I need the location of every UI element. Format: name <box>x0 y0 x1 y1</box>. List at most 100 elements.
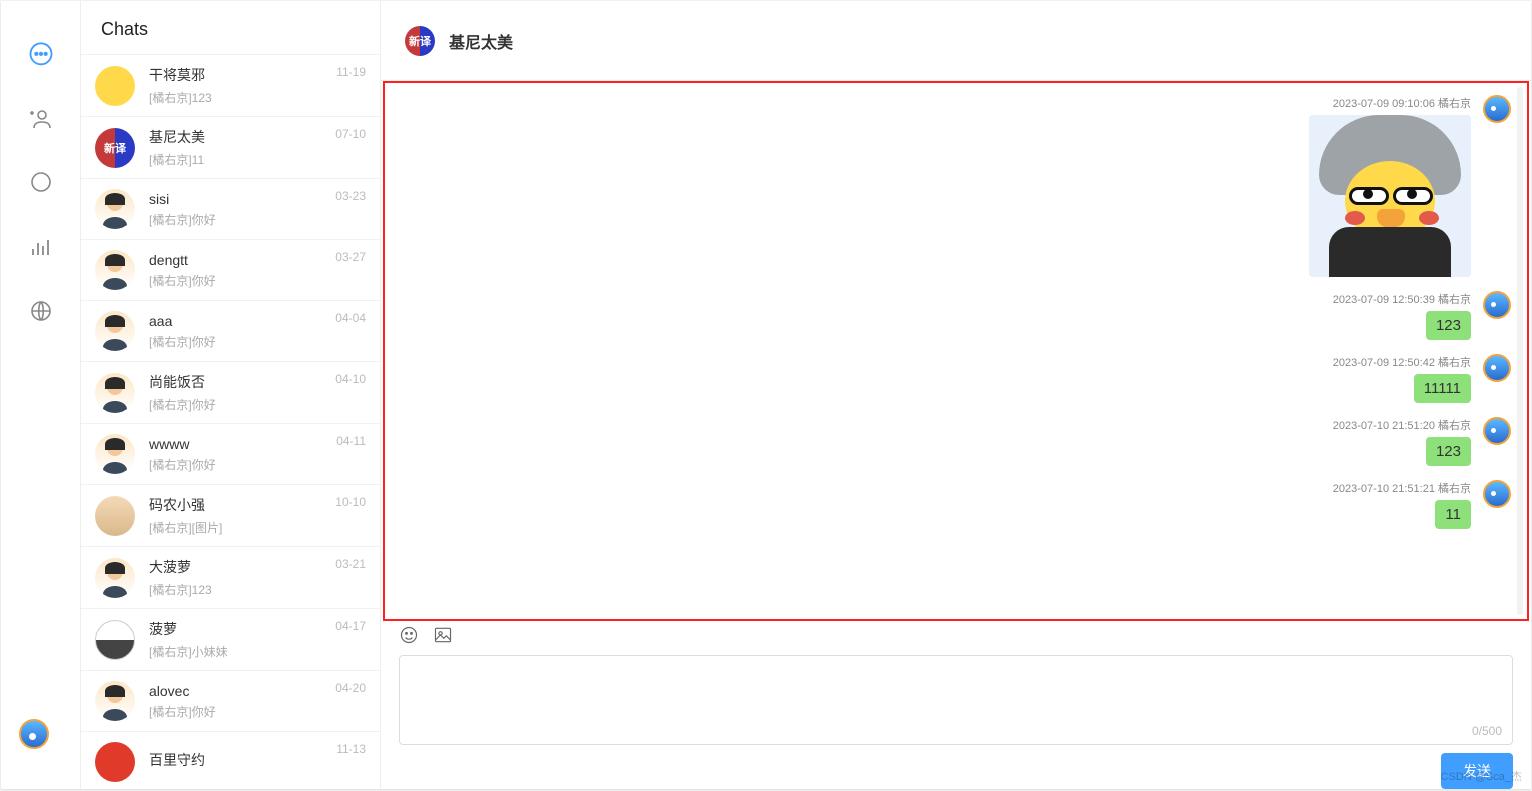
message-bubble: 11 <box>1435 500 1471 529</box>
chat-list[interactable]: 干将莫邪[橘右京]12311-19新译基尼太美[橘右京]1107-10sisi[… <box>81 54 380 789</box>
chat-preview: [橘右京]你好 <box>149 333 366 350</box>
chat-preview: [橘右京]你好 <box>149 272 366 289</box>
chat-item[interactable]: alovec [橘右京]你好 04-20 <box>81 670 380 731</box>
message-avatar <box>1483 291 1511 319</box>
message-bubble: 11111 <box>1414 374 1471 403</box>
chat-time: 07-10 <box>335 127 366 141</box>
chat-main: 新译 基尼太美 2023-07-09 09:10:06 橘右京2023-07-0… <box>381 1 1531 789</box>
chat-item[interactable]: dengtt[橘右京]你好03-27 <box>81 239 380 300</box>
chat-item[interactable]: aaa [橘右京]你好 04-04 <box>81 300 380 361</box>
message-input-wrap: 0/500 <box>399 655 1513 745</box>
send-wrap: 发送 <box>381 745 1531 789</box>
chat-time: 04-17 <box>335 619 366 633</box>
chat-item[interactable]: 大菠萝 [橘右京]123 03-21 <box>81 546 380 608</box>
chat-avatar <box>95 742 135 782</box>
char-counter: 0/500 <box>1472 724 1502 738</box>
chat-name: 基尼太美 <box>149 127 366 147</box>
add-contact-icon[interactable] <box>27 105 55 133</box>
chat-icon[interactable] <box>27 41 55 69</box>
chat-time: 03-21 <box>335 557 366 571</box>
chat-name: aaa <box>149 313 366 329</box>
chat-name: 大菠萝 <box>149 557 366 577</box>
chat-avatar <box>95 311 135 351</box>
message-meta: 2023-07-10 21:51:21 橘右京 <box>1333 480 1471 496</box>
chat-time: 04-11 <box>336 434 366 448</box>
chat-preview: [橘右京]123 <box>149 581 366 598</box>
chat-time: 10-10 <box>335 495 366 509</box>
chat-item[interactable]: 码农小强 [橘右京][图片] 10-10 <box>81 484 380 546</box>
watermark: CSDN @Sca_杰 <box>1441 768 1522 784</box>
message-area[interactable]: 2023-07-09 09:10:06 橘右京 2023-07-09 12:50:… <box>383 81 1529 621</box>
chat-avatar: 新译 <box>95 128 135 168</box>
message-avatar <box>1483 95 1511 123</box>
message-row: 2023-07-09 09:10:06 橘右京 <box>401 95 1511 277</box>
chat-preview: [橘右京]你好 <box>149 396 366 413</box>
chat-avatar <box>95 558 135 598</box>
message-meta: 2023-07-09 12:50:39 橘右京 <box>1333 291 1471 307</box>
chat-preview: [橘右京]123 <box>149 89 366 106</box>
chat-time: 03-23 <box>335 189 366 203</box>
chat-name: 百里守约 <box>149 750 366 770</box>
chat-header: 新译 基尼太美 <box>381 1 1531 81</box>
chat-avatar <box>95 496 135 536</box>
chat-avatar <box>95 681 135 721</box>
app-root: Chats 干将莫邪[橘右京]12311-19新译基尼太美[橘右京]1107-1… <box>1 1 1531 789</box>
chat-item[interactable]: 菠萝 [橘右京]小妹妹 04-17 <box>81 608 380 670</box>
message-avatar <box>1483 480 1511 508</box>
chat-preview: [橘右京]11 <box>149 151 366 168</box>
chat-preview: [橘右京]你好 <box>149 456 366 473</box>
message-meta: 2023-07-09 12:50:42 橘右京 <box>1333 354 1471 370</box>
me-avatar[interactable] <box>19 719 49 749</box>
chat-avatar <box>95 373 135 413</box>
chat-header-title: 基尼太美 <box>449 29 513 53</box>
message-bubble: 123 <box>1426 437 1471 466</box>
emoji-icon[interactable] <box>399 625 419 648</box>
message-row: 2023-07-09 12:50:39 橘右京 123 <box>401 291 1511 340</box>
nav-rail <box>1 1 81 789</box>
chat-sidebar: Chats 干将莫邪[橘右京]12311-19新译基尼太美[橘右京]1107-1… <box>81 1 381 789</box>
message-bubble: 123 <box>1426 311 1471 340</box>
chat-preview: [橘右京]你好 <box>149 703 366 720</box>
chat-name: 菠萝 <box>149 619 366 639</box>
input-toolbar <box>381 621 1531 651</box>
chat-item[interactable]: 干将莫邪[橘右京]12311-19 <box>81 54 380 116</box>
message-image[interactable] <box>1309 115 1471 277</box>
image-icon[interactable] <box>433 625 453 648</box>
chat-item[interactable]: sisi [橘右京]你好 03-23 <box>81 178 380 239</box>
chat-name: 码农小强 <box>149 495 366 515</box>
chat-item[interactable]: 新译基尼太美 [橘右京]11 07-10 <box>81 116 380 178</box>
chat-item[interactable]: 百里守约11-13 <box>81 731 380 789</box>
chat-time: 11-19 <box>336 65 366 79</box>
message-meta: 2023-07-10 21:51:20 橘右京 <box>1333 417 1471 433</box>
chat-time: 03-27 <box>335 250 366 264</box>
globe-icon[interactable] <box>27 297 55 325</box>
chat-avatar <box>95 189 135 229</box>
chat-preview: [橘右京][图片] <box>149 519 366 536</box>
chat-item[interactable]: 尚能饭否 [橘右京]你好 04-10 <box>81 361 380 423</box>
chat-avatar <box>95 250 135 290</box>
message-row: 2023-07-09 12:50:42 橘右京 11111 <box>401 354 1511 403</box>
stats-icon[interactable] <box>27 233 55 261</box>
message-avatar <box>1483 417 1511 445</box>
message-avatar <box>1483 354 1511 382</box>
chat-time: 04-04 <box>335 311 366 325</box>
chat-name: 尚能饭否 <box>149 372 366 392</box>
message-input[interactable] <box>400 656 1512 744</box>
chat-time: 04-10 <box>335 372 366 386</box>
chat-preview: [橘右京]小妹妹 <box>149 643 366 660</box>
chat-avatar <box>95 620 135 660</box>
chat-name: alovec <box>149 683 366 699</box>
message-row: 2023-07-10 21:51:21 橘右京 11 <box>401 480 1511 529</box>
chat-avatar <box>95 66 135 106</box>
search-icon[interactable] <box>27 169 55 197</box>
message-meta: 2023-07-09 09:10:06 橘右京 <box>1333 95 1471 111</box>
chat-avatar <box>95 434 135 474</box>
chat-time: 04-20 <box>335 681 366 695</box>
chat-header-avatar: 新译 <box>405 26 435 56</box>
message-row: 2023-07-10 21:51:20 橘右京 123 <box>401 417 1511 466</box>
chat-name: wwww <box>149 436 366 452</box>
chat-name: sisi <box>149 191 366 207</box>
chat-item[interactable]: wwww [橘右京]你好 04-11 <box>81 423 380 484</box>
chat-preview: [橘右京]你好 <box>149 211 366 228</box>
chat-time: 11-13 <box>336 742 366 756</box>
